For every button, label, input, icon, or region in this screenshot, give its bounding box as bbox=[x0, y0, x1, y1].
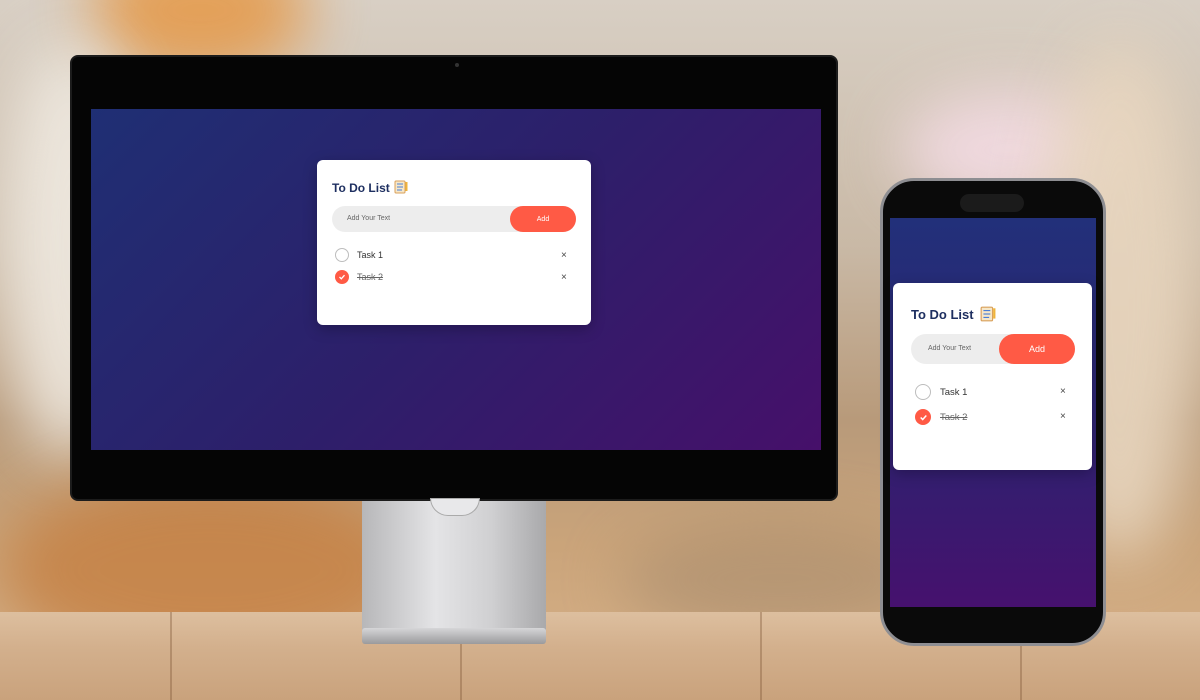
notepad-icon bbox=[394, 180, 408, 199]
task-input-placeholder: Add Your Text bbox=[928, 345, 972, 352]
task-input[interactable]: Add Your Text Add bbox=[332, 206, 576, 232]
task-label: Task 1 bbox=[357, 250, 384, 260]
task-item[interactable]: Task 2 bbox=[915, 409, 967, 425]
task-checkbox[interactable] bbox=[915, 384, 931, 400]
task-input-placeholder: Add Your Text bbox=[347, 215, 391, 222]
table-plank-seam bbox=[170, 612, 172, 700]
check-icon bbox=[339, 274, 345, 280]
task-label: Task 2 bbox=[357, 272, 384, 282]
dynamic-island bbox=[960, 194, 1024, 212]
task-item[interactable]: Task 2 bbox=[335, 270, 383, 284]
task-checkbox[interactable] bbox=[335, 248, 349, 262]
check-icon bbox=[919, 414, 927, 421]
task-checkbox-checked[interactable] bbox=[915, 409, 931, 425]
notepad-icon bbox=[980, 306, 996, 327]
app-title: To Do List bbox=[332, 181, 390, 195]
table-plank-seam bbox=[760, 612, 762, 700]
todo-card-mobile: To Do List Add Your Text Add Task 1 × Ta… bbox=[893, 283, 1092, 470]
task-input[interactable]: Add Your Text Add bbox=[911, 334, 1075, 364]
task-item[interactable]: Task 1 bbox=[335, 248, 383, 262]
app-title: To Do List bbox=[911, 307, 974, 322]
monitor-stand-base bbox=[362, 628, 546, 644]
task-label: Task 1 bbox=[940, 386, 968, 398]
task-label: Task 2 bbox=[940, 411, 968, 423]
delete-task-icon[interactable]: × bbox=[561, 272, 567, 283]
webcam bbox=[455, 63, 459, 67]
add-button[interactable]: Add bbox=[510, 206, 576, 232]
delete-task-icon[interactable]: × bbox=[1060, 386, 1066, 397]
delete-task-icon[interactable]: × bbox=[1060, 411, 1066, 422]
monitor-stand bbox=[362, 501, 546, 631]
todo-card-desktop: To Do List Add Your Text Add Task 1 × Ta… bbox=[317, 160, 591, 325]
add-button[interactable]: Add bbox=[999, 334, 1075, 364]
task-checkbox-checked[interactable] bbox=[335, 270, 349, 284]
delete-task-icon[interactable]: × bbox=[561, 250, 567, 261]
task-item[interactable]: Task 1 bbox=[915, 384, 967, 400]
